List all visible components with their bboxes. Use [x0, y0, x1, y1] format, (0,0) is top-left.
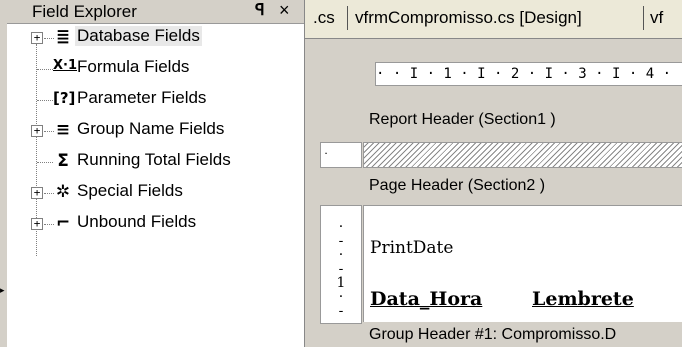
field-tree: + ≣ Database Fields X·1 Formula Fields [… — [7, 24, 304, 347]
expand-icon[interactable]: + — [31, 125, 43, 137]
tree-item-label: Special Fields — [77, 181, 183, 200]
expand-icon[interactable]: + — [31, 187, 43, 199]
tree-dots — [37, 100, 53, 101]
tree-item-label: Database Fields — [75, 26, 202, 46]
tree-item-label: Formula Fields — [77, 57, 190, 76]
pin-icon[interactable]: ꟼ — [255, 0, 265, 20]
page-header-section[interactable]: Page Header (Section2 ) — [363, 172, 682, 200]
data-hora-field[interactable]: Data_Hora — [370, 288, 482, 310]
group-name-icon: ≡ — [55, 120, 71, 140]
special-fields-icon: ✲ — [55, 182, 71, 202]
expand-icon[interactable]: + — [31, 218, 43, 230]
print-date-field[interactable]: PrintDate — [370, 238, 453, 258]
tree-dots — [37, 162, 53, 163]
tab-separator — [643, 6, 644, 30]
expand-icon[interactable]: + — [31, 32, 43, 44]
tree-item-label: Group Name Fields — [77, 119, 225, 138]
report-designer: .cs vfrmCompromisso.cs [Design] vf · · I… — [305, 0, 682, 347]
collapsed-panel-arrow-icon[interactable]: ▸ — [0, 285, 5, 296]
tree-item-unbound-fields[interactable]: + ⌐ Unbound Fields — [7, 210, 304, 240]
field-explorer-panel: Field Explorer ꟼ × + ≣ Database Fields X… — [7, 0, 305, 347]
formula-icon: X·1 — [53, 58, 78, 73]
vertical-ruler-report-header: . — [320, 142, 362, 168]
tab-vf[interactable]: vf — [650, 8, 663, 28]
tree-item-label: Parameter Fields — [77, 88, 207, 107]
field-explorer-titlebar: Field Explorer ꟼ × — [7, 0, 304, 24]
horizontal-ruler: · · I · 1 · I · 2 · I · 3 · I · 4 · — [375, 62, 682, 86]
report-header-section[interactable]: Report Header (Section1 ) — [363, 106, 682, 134]
document-tabs: .cs vfrmCompromisso.cs [Design] vf — [305, 0, 682, 39]
tab-cs[interactable]: .cs — [313, 8, 335, 28]
panel-title: Field Explorer — [32, 2, 137, 21]
parameter-icon: [?] — [53, 89, 76, 107]
tab-vfrmcompromisso-design[interactable]: vfrmCompromisso.cs [Design] — [355, 8, 582, 28]
tree-item-special-fields[interactable]: + ✲ Special Fields — [7, 179, 304, 209]
tree-dots — [37, 69, 53, 70]
tree-item-formula-fields[interactable]: X·1 Formula Fields — [7, 55, 304, 85]
group-header-section[interactable]: Group Header #1: Compromisso.D — [363, 322, 682, 347]
tree-item-label: Running Total Fields — [77, 150, 231, 169]
unbound-fields-icon: ⌐ — [55, 213, 71, 233]
tab-separator — [347, 6, 348, 30]
tree-item-database-fields[interactable]: + ≣ Database Fields — [7, 24, 304, 54]
tree-item-running-total-fields[interactable]: Σ Running Total Fields — [7, 148, 304, 178]
lembrete-field[interactable]: Lembrete — [532, 288, 634, 310]
tree-item-label: Unbound Fields — [77, 212, 197, 231]
report-header-body[interactable] — [363, 142, 682, 168]
page-header-body[interactable]: PrintDate Data_Hora Lembrete — [363, 205, 682, 324]
vertical-ruler-page-header: · - · -1 · - — [320, 205, 362, 324]
close-icon[interactable]: × — [279, 0, 290, 21]
tree-item-group-name-fields[interactable]: + ≡ Group Name Fields — [7, 117, 304, 147]
tree-item-parameter-fields[interactable]: [?] Parameter Fields — [7, 86, 304, 116]
running-total-icon: Σ — [57, 151, 69, 171]
database-icon: ≣ — [55, 27, 71, 47]
